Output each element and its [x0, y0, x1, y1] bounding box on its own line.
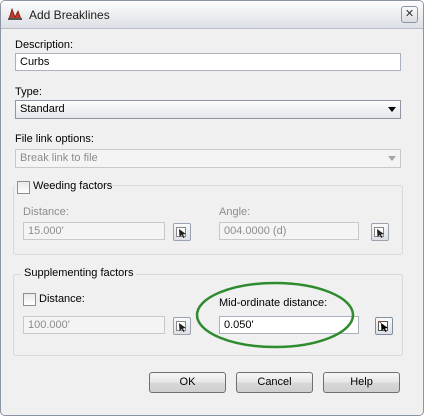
weeding-angle-input[interactable]: 004.0000 (d) [219, 222, 359, 240]
close-button[interactable]: ✕ [401, 6, 418, 23]
title-bar: Add Breaklines ✕ [1, 1, 423, 29]
supplementing-distance-input[interactable]: 100.000' [23, 316, 165, 334]
ok-button[interactable]: OK [149, 372, 226, 393]
type-label: Type: [15, 86, 42, 98]
pick-in-drawing-icon [374, 227, 384, 238]
close-icon: ✕ [404, 8, 415, 20]
supplementing-factors-label: Supplementing factors [21, 267, 137, 279]
type-select[interactable]: Standard [15, 100, 401, 119]
pick-in-drawing-icon [176, 321, 186, 332]
type-select-value: Standard [20, 103, 65, 115]
weeding-factors-group [13, 185, 403, 255]
mid-ordinate-pick-button[interactable] [375, 317, 393, 335]
supplementing-distance-label: Distance: [39, 293, 85, 305]
file-link-select[interactable]: Break link to file [15, 149, 401, 168]
cancel-button[interactable]: Cancel [236, 372, 313, 393]
weeding-factors-header: Weeding factors [15, 179, 112, 195]
mid-ordinate-label: Mid-ordinate distance: [219, 297, 328, 309]
file-link-label: File link options: [15, 133, 94, 145]
supplementing-distance-checkbox[interactable] [23, 293, 36, 306]
weeding-angle-label: Angle: [219, 206, 251, 218]
mid-ordinate-input[interactable]: 0.050' [219, 316, 359, 334]
description-label: Description: [15, 39, 74, 51]
supplementing-distance-pick-button[interactable] [173, 317, 191, 335]
help-button[interactable]: Help [323, 372, 400, 393]
app-icon [8, 7, 22, 20]
weeding-factors-checkbox[interactable] [17, 181, 30, 194]
supplementing-factors-group [13, 274, 403, 356]
pick-in-drawing-icon [378, 320, 388, 332]
weeding-angle-pick-button[interactable] [371, 223, 389, 241]
chevron-down-icon [388, 156, 396, 161]
weeding-factors-label: Weeding factors [33, 180, 113, 192]
add-breaklines-dialog: Add Breaklines ✕ Description: Curbs Type… [0, 0, 424, 416]
description-input[interactable]: Curbs [15, 53, 401, 71]
weeding-distance-input[interactable]: 15.000' [23, 222, 165, 240]
weeding-distance-pick-button[interactable] [173, 223, 191, 241]
window-title: Add Breaklines [29, 8, 110, 22]
pick-in-drawing-icon [176, 227, 186, 238]
file-link-select-value: Break link to file [20, 152, 98, 164]
weeding-distance-label: Distance: [23, 206, 69, 218]
chevron-down-icon [388, 107, 396, 112]
